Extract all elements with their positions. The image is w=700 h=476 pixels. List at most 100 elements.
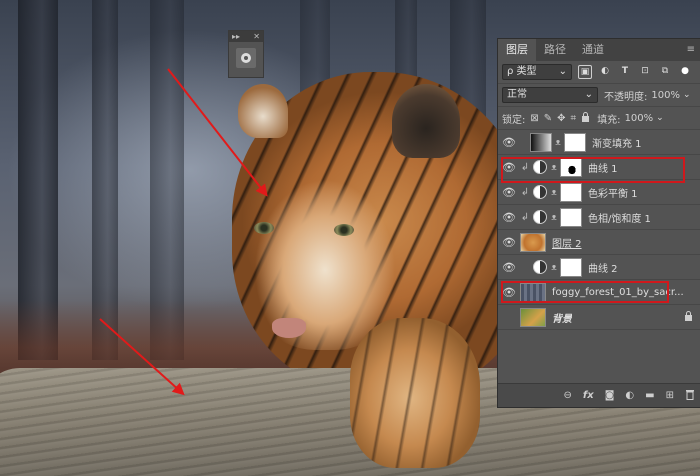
- layer-row[interactable]: 👁 图层 2: [498, 230, 700, 255]
- curves-adjustment-icon[interactable]: [533, 260, 547, 274]
- new-adjustment-icon[interactable]: ◐: [625, 390, 634, 401]
- layer-name: 渐变填充 1: [592, 138, 642, 150]
- adjustment-filter-icon[interactable]: ◐: [598, 65, 612, 79]
- layer-row[interactable]: 👁 ↲ ᴥ 色彩平衡 1: [498, 180, 700, 205]
- layer-row[interactable]: 👁 ᴥ 曲线 2: [498, 255, 700, 280]
- lock-icon: [684, 311, 693, 324]
- link-chain-icon[interactable]: ᴥ: [550, 262, 558, 273]
- layer-list: 👁 ᴥ 渐变填充 1 👁 ↲ ᴥ 曲线 1 👁 ↲ ᴥ 色彩平衡 1 👁 ↲ ᴥ…: [498, 130, 700, 330]
- hue-saturation-adjustment-icon[interactable]: [533, 210, 547, 224]
- close-icon[interactable]: ✕: [253, 31, 260, 42]
- link-chain-icon[interactable]: ᴥ: [554, 137, 562, 148]
- chevron-down-icon: ⌄: [558, 66, 567, 77]
- filter-kind-label: 类型: [516, 66, 537, 77]
- tiger-paw: [350, 318, 480, 468]
- layer-name: 曲线 1: [588, 163, 618, 175]
- layer-name: 背景: [552, 313, 572, 325]
- layer-style-icon[interactable]: fx: [583, 390, 594, 401]
- tiger-ear-right: [392, 84, 460, 158]
- lock-row: 锁定: ⊠ ✎ ✥ ⌗ 填充: 100% ⌄: [498, 107, 700, 130]
- blend-mode-value: 正常: [507, 89, 527, 100]
- lock-position-icon[interactable]: ✥: [557, 113, 565, 124]
- gradient-thumbnail: [530, 132, 552, 152]
- fill-value[interactable]: 100%: [625, 113, 654, 124]
- link-chain-icon[interactable]: ᴥ: [550, 187, 558, 198]
- layer-name: 色彩平衡 1: [588, 188, 638, 200]
- search-icon: ρ: [507, 66, 514, 77]
- smart-object-filter-icon[interactable]: ⧉: [658, 65, 672, 79]
- layer-row[interactable]: 👁 foggy_forest_01_by_sacr...: [498, 280, 700, 305]
- blend-row: 正常 ⌄ 不透明度: 100% ⌄: [498, 84, 700, 107]
- tab-channels[interactable]: 通道: [574, 39, 612, 61]
- link-layers-icon[interactable]: ⊖: [564, 390, 572, 401]
- visibility-eye-icon[interactable]: 👁: [498, 311, 520, 324]
- visibility-eye-icon[interactable]: 👁: [498, 261, 520, 274]
- layer-row[interactable]: 👁 ↲ ᴥ 曲线 1: [498, 155, 700, 180]
- mini-panel-titlebar[interactable]: ▸▸ ✕: [229, 31, 263, 42]
- panel-menu-icon[interactable]: ≡: [687, 45, 695, 55]
- layer-row[interactable]: 👁 ᴥ 渐变填充 1: [498, 130, 700, 155]
- visibility-eye-icon[interactable]: 👁: [498, 161, 520, 174]
- tiger-ear-left: [238, 84, 288, 138]
- lock-transparent-icon[interactable]: ⊠: [530, 113, 538, 124]
- chevron-down-icon: ⌄: [584, 89, 593, 100]
- layer-mask-thumbnail[interactable]: [560, 257, 582, 277]
- chevron-down-icon[interactable]: ⌄: [656, 113, 664, 123]
- visibility-eye-icon[interactable]: 👁: [498, 186, 520, 199]
- visibility-eye-icon[interactable]: 👁: [498, 236, 520, 249]
- tab-layers[interactable]: 图层: [498, 39, 536, 61]
- type-filter-icon[interactable]: T: [618, 65, 632, 79]
- link-chain-icon[interactable]: ᴥ: [550, 162, 558, 173]
- delete-layer-icon[interactable]: [685, 389, 695, 403]
- layer-thumbnail[interactable]: [520, 232, 546, 252]
- shape-filter-icon[interactable]: ⊡: [638, 65, 652, 79]
- collapse-icon[interactable]: ▸▸: [232, 31, 240, 42]
- layer-thumbnail[interactable]: [520, 282, 546, 302]
- curves-adjustment-icon[interactable]: [533, 160, 547, 174]
- layer-mask-thumbnail[interactable]: [560, 182, 582, 202]
- layer-name: 色相/饱和度 1: [588, 213, 651, 225]
- tiger-eye-right: [334, 224, 354, 236]
- add-mask-icon[interactable]: ◙: [605, 390, 615, 401]
- layer-name: 曲线 2: [588, 263, 618, 275]
- layer-mask-thumbnail[interactable]: [564, 132, 586, 152]
- tiger-face: [240, 150, 410, 350]
- new-layer-icon[interactable]: ⊞: [666, 390, 674, 401]
- clipping-arrow-icon: ↲: [520, 211, 530, 223]
- visibility-eye-icon[interactable]: 👁: [498, 211, 520, 224]
- color-balance-adjustment-icon[interactable]: [533, 185, 547, 199]
- opacity-value[interactable]: 100%: [651, 90, 680, 101]
- tab-paths[interactable]: 路径: [536, 39, 574, 61]
- filter-kind-select[interactable]: ρ 类型 ⌄: [502, 64, 572, 80]
- link-chain-icon[interactable]: ᴥ: [550, 212, 558, 223]
- layer-mask-thumbnail[interactable]: [560, 157, 582, 177]
- panel-tabs: 图层 路径 通道 ≡: [498, 39, 700, 61]
- layer-thumbnail[interactable]: [520, 307, 546, 327]
- lock-artboard-icon[interactable]: ⌗: [571, 113, 577, 124]
- visibility-eye-icon[interactable]: 👁: [498, 136, 520, 149]
- lock-all-icon[interactable]: [581, 111, 590, 125]
- layer-row[interactable]: 👁 背景: [498, 305, 700, 330]
- lock-image-icon[interactable]: ✎: [544, 113, 552, 124]
- lock-label: 锁定:: [502, 114, 526, 126]
- image-filter-icon[interactable]: ▣: [578, 65, 592, 79]
- filter-toggle-icon[interactable]: ●: [678, 65, 692, 79]
- clipping-arrow-icon: ↲: [520, 186, 530, 198]
- chevron-down-icon[interactable]: ⌄: [683, 90, 691, 100]
- visibility-eye-icon[interactable]: 👁: [498, 286, 520, 299]
- fill-label: 填充:: [597, 114, 621, 126]
- tiger-nose: [272, 318, 306, 338]
- tiger-eye-left: [254, 222, 274, 234]
- filter-row: ρ 类型 ⌄ ▣ ◐ T ⊡ ⧉ ●: [498, 61, 700, 84]
- floating-mini-panel[interactable]: ▸▸ ✕: [228, 30, 264, 78]
- layer-name: 图层 2: [552, 238, 582, 250]
- layers-footer-toolbar: ⊖ fx ◙ ◐ ▬ ⊞: [498, 383, 700, 407]
- layer-row[interactable]: 👁 ↲ ᴥ 色相/饱和度 1: [498, 205, 700, 230]
- layer-mask-thumbnail[interactable]: [560, 207, 582, 227]
- new-group-icon[interactable]: ▬: [645, 390, 654, 401]
- layer-name: foggy_forest_01_by_sacr...: [552, 286, 684, 298]
- blend-mode-select[interactable]: 正常 ⌄: [502, 87, 598, 103]
- layers-panel: 图层 路径 通道 ≡ ρ 类型 ⌄ ▣ ◐ T ⊡ ⧉ ● 正常 ⌄ 不透明度:…: [497, 38, 700, 408]
- clipping-arrow-icon: ↲: [520, 161, 530, 173]
- brush-preset-icon[interactable]: [236, 48, 256, 68]
